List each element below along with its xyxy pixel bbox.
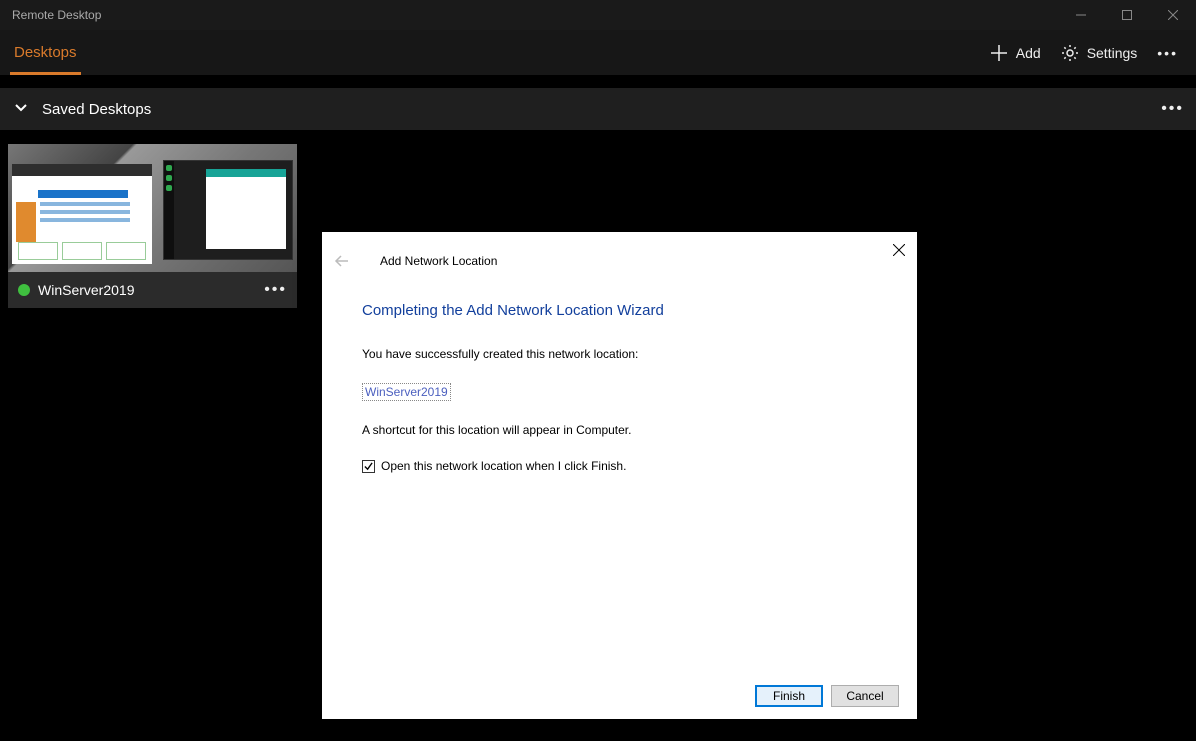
gear-icon [1061,44,1079,62]
desktop-thumbnail [8,144,297,272]
open-location-checkbox[interactable]: Open this network location when I click … [362,459,877,473]
settings-button[interactable]: Settings [1051,30,1148,75]
dialog-header: Add Network Location [322,232,917,290]
dialog-heading: Completing the Add Network Location Wiza… [362,302,877,319]
dialog-shortcut-text: A shortcut for this location will appear… [362,423,877,437]
tabs: Desktops [0,30,91,75]
maximize-button[interactable] [1104,0,1150,30]
chevron-down-icon[interactable] [14,100,28,119]
dialog-body: Completing the Add Network Location Wiza… [322,290,917,673]
section-title: Saved Desktops [42,101,151,118]
dialog-success-text: You have successfully created this netwo… [362,347,877,361]
toolbar-actions: Add Settings ••• [980,30,1196,75]
more-button[interactable]: ••• [1147,30,1188,75]
maximize-icon [1122,10,1132,20]
status-dot-icon [18,284,30,296]
toolbar: Desktops Add Settings ••• [0,30,1196,76]
tab-desktops[interactable]: Desktops [0,30,91,75]
section-header-left: Saved Desktops [14,100,151,119]
more-icon: ••• [1161,100,1184,117]
arrow-left-icon [334,253,350,269]
minimize-button[interactable] [1058,0,1104,30]
minimize-icon [1076,10,1086,20]
tile-more-button[interactable]: ••• [264,281,287,299]
desktop-tile[interactable]: WinServer2019 ••• [8,144,297,308]
close-icon [1168,10,1178,20]
section-more-button[interactable]: ••• [1161,100,1184,118]
more-icon: ••• [1157,45,1178,61]
close-icon [893,244,905,256]
cancel-button[interactable]: Cancel [831,685,899,707]
dialog-close-button[interactable] [887,238,911,262]
back-button[interactable] [322,253,362,269]
window-controls [1058,0,1196,30]
tile-name: WinServer2019 [38,282,135,298]
window-title: Remote Desktop [0,8,101,22]
close-button[interactable] [1150,0,1196,30]
section-header: Saved Desktops ••• [0,88,1196,130]
add-network-location-dialog: Add Network Location Completing the Add … [322,232,917,719]
finish-button-label: Finish [773,689,805,703]
titlebar: Remote Desktop [0,0,1196,30]
checkbox-icon [362,460,375,473]
dialog-footer: Finish Cancel [322,673,917,719]
add-button[interactable]: Add [980,30,1051,75]
tile-footer: WinServer2019 ••• [8,272,297,308]
open-location-label: Open this network location when I click … [381,459,626,473]
tile-left: WinServer2019 [18,282,135,298]
network-location-link[interactable]: WinServer2019 [362,383,451,401]
finish-button[interactable]: Finish [755,685,823,707]
tab-desktops-label: Desktops [14,44,77,61]
plus-icon [990,44,1008,62]
dialog-title: Add Network Location [362,254,497,268]
add-label: Add [1016,45,1041,61]
cancel-button-label: Cancel [846,689,883,703]
settings-label: Settings [1087,45,1138,61]
